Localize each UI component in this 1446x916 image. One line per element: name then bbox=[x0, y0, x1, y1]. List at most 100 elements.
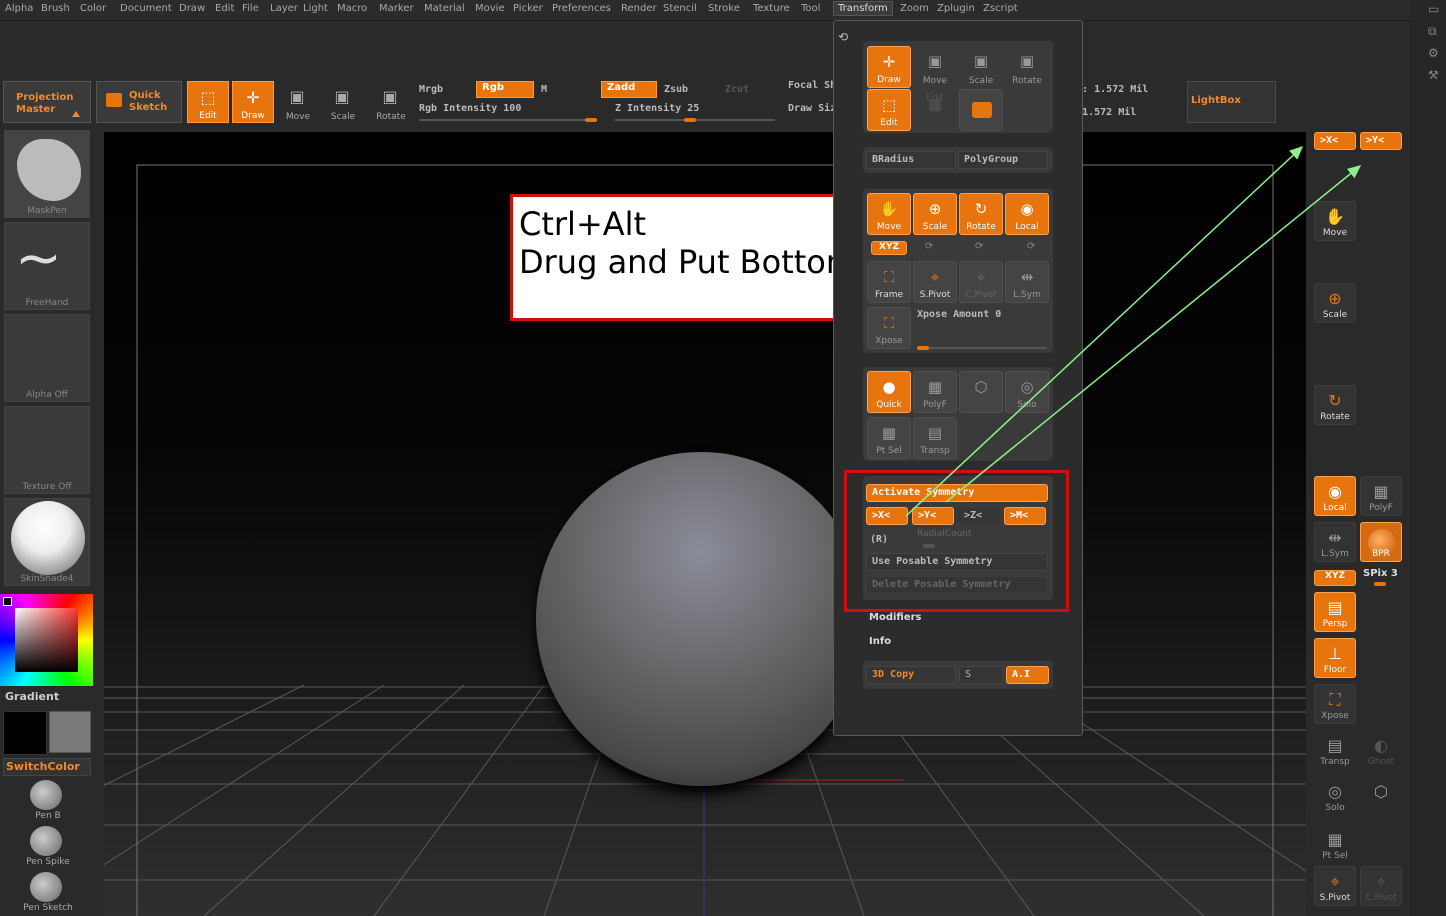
brush-slot-1[interactable]: Pen B bbox=[18, 778, 78, 822]
menu-light[interactable]: Light bbox=[301, 3, 330, 14]
gizmo-local-button[interactable]: ◉ Local bbox=[1005, 193, 1049, 235]
right-local-button[interactable]: ◉ Local bbox=[1314, 476, 1356, 516]
menu-file[interactable]: File bbox=[240, 3, 261, 14]
menu-marker[interactable]: Marker bbox=[377, 3, 416, 14]
right-scale-button[interactable]: ⊕ Scale bbox=[1314, 283, 1356, 323]
transp-button[interactable]: ▤ Transp bbox=[913, 417, 957, 459]
settings-icon[interactable]: ⚙ bbox=[1428, 46, 1439, 60]
secondary-color-swatch[interactable] bbox=[49, 711, 91, 753]
edit-button[interactable]: ⬚ Edit bbox=[187, 81, 229, 123]
ghost-button[interactable]: ◐ Ghost bbox=[1360, 730, 1402, 770]
panel-edit-grid-button[interactable]: ▦ Edit bbox=[913, 89, 957, 131]
gradient-label[interactable]: Gradient bbox=[5, 690, 59, 703]
menu-render[interactable]: Render bbox=[619, 3, 659, 14]
brush-slot-2[interactable]: Pen Spike bbox=[18, 824, 78, 868]
rgb-button[interactable]: Rgb bbox=[476, 81, 534, 98]
brush-slot-3[interactable]: Pen Sketch bbox=[18, 870, 78, 914]
projection-master-button[interactable]: Projection Master bbox=[3, 81, 91, 123]
sphere-mesh[interactable] bbox=[536, 452, 866, 786]
material-thumbnail[interactable]: SkinShade4 bbox=[4, 498, 90, 586]
bpr-button[interactable]: BPR bbox=[1360, 522, 1402, 562]
zadd-button[interactable]: Zadd bbox=[601, 81, 657, 98]
mrgb-button[interactable]: Mrgb bbox=[419, 84, 443, 95]
alpha-thumbnail[interactable]: Alpha Off bbox=[4, 314, 90, 402]
right-cube-button[interactable]: ⬡ bbox=[1360, 776, 1402, 816]
restore-icon[interactable]: ⧉ bbox=[1428, 24, 1437, 39]
color-square[interactable] bbox=[15, 608, 78, 672]
right-cpivot-button[interactable]: ⌖ C.Pivot bbox=[1360, 866, 1402, 906]
scale-button[interactable]: ▣ Scale bbox=[322, 81, 364, 123]
menu-zoom[interactable]: Zoom bbox=[898, 3, 931, 14]
axis-z-icon[interactable]: ⟳ bbox=[975, 241, 983, 252]
brush-thumbnail[interactable]: MaskPen bbox=[4, 130, 90, 218]
zcut-button[interactable]: Zcut bbox=[725, 84, 749, 95]
hammer-icon[interactable]: ⚒ bbox=[1428, 68, 1439, 82]
undo-icon[interactable]: ⟲ bbox=[838, 30, 848, 44]
stroke-thumbnail[interactable]: ∼ FreeHand bbox=[4, 222, 90, 310]
m-button[interactable]: M bbox=[541, 84, 547, 95]
menu-brush[interactable]: Brush bbox=[39, 3, 72, 14]
rotate-button[interactable]: ▣ Rotate bbox=[370, 81, 412, 123]
s-button[interactable]: S bbox=[959, 666, 1003, 684]
lightbox-button[interactable]: LightBox bbox=[1187, 81, 1276, 123]
panel-rotate-button[interactable]: ▣ Rotate bbox=[1005, 46, 1049, 88]
menu-document[interactable]: Document bbox=[118, 3, 174, 14]
draw-button[interactable]: ✛ Draw bbox=[232, 81, 274, 123]
rgb-intensity-knob[interactable] bbox=[585, 118, 597, 122]
menu-color[interactable]: Color bbox=[78, 3, 108, 14]
menu-layer[interactable]: Layer bbox=[268, 3, 300, 14]
xyz-button[interactable]: XYZ bbox=[871, 241, 907, 255]
modifiers-section[interactable]: Modifiers bbox=[869, 612, 922, 623]
cpivot-button[interactable]: ⌖ C.Pivot bbox=[959, 261, 1003, 303]
texture-thumbnail[interactable]: Texture Off bbox=[4, 406, 90, 494]
snapshot-camera-button[interactable] bbox=[959, 89, 1003, 131]
info-section[interactable]: Info bbox=[869, 636, 891, 647]
right-ptsel-button[interactable]: ▦ Pt Sel bbox=[1314, 824, 1356, 864]
menu-zplugin[interactable]: Zplugin bbox=[935, 3, 977, 14]
right-solo-button[interactable]: ◎ Solo bbox=[1314, 776, 1356, 816]
floor-button[interactable]: ⊥ Floor bbox=[1314, 638, 1356, 678]
gizmo-scale-button[interactable]: ⊕ Scale bbox=[913, 193, 957, 235]
spivot-button[interactable]: ⌖ S.Pivot bbox=[913, 261, 957, 303]
spix-slider[interactable]: SPix 3 bbox=[1363, 568, 1398, 579]
menu-macro[interactable]: Macro bbox=[335, 3, 369, 14]
right-lsym-button[interactable]: ⇹ L.Sym bbox=[1314, 522, 1356, 562]
menu-picker[interactable]: Picker bbox=[511, 3, 545, 14]
right-rotate-button[interactable]: ↻ Rotate bbox=[1314, 385, 1356, 425]
menu-material[interactable]: Material bbox=[422, 3, 467, 14]
ai-button[interactable]: A.I bbox=[1006, 666, 1049, 684]
cube-button[interactable]: ⬡ bbox=[959, 371, 1003, 413]
axis-w-icon[interactable]: ⟳ bbox=[1027, 241, 1035, 252]
menu-zscript[interactable]: Zscript bbox=[981, 3, 1020, 14]
menu-edit[interactable]: Edit bbox=[213, 3, 236, 14]
panel-scale-button[interactable]: ▣ Scale bbox=[959, 46, 1003, 88]
panel-edit-button[interactable]: ⬚ Edit bbox=[867, 89, 911, 131]
z-intensity-knob[interactable] bbox=[684, 118, 696, 122]
right-transp-button[interactable]: ▤ Transp bbox=[1314, 730, 1356, 770]
xpose-amount-slider[interactable]: Xpose Amount 0 bbox=[917, 309, 1001, 320]
color-picker[interactable] bbox=[0, 594, 93, 686]
gizmo-move-button[interactable]: ✋ Move bbox=[867, 193, 911, 235]
xpose-button[interactable]: ⛶ Xpose bbox=[867, 307, 911, 349]
bradius-button[interactable]: BRadius bbox=[866, 151, 956, 169]
right-symmetry-y-button[interactable]: >Y< bbox=[1360, 132, 1402, 150]
menu-draw[interactable]: Draw bbox=[177, 3, 207, 14]
menu-alpha[interactable]: Alpha bbox=[3, 3, 35, 14]
polyf-button[interactable]: ▦ PolyF bbox=[913, 371, 957, 413]
xpose-amount-knob[interactable] bbox=[917, 346, 929, 350]
frame-button[interactable]: ⛶ Frame bbox=[867, 261, 911, 303]
right-symmetry-x-button[interactable]: >X< bbox=[1314, 132, 1356, 150]
quick-sketch-button[interactable]: Quick Sketch bbox=[96, 81, 182, 123]
main-color-swatch[interactable] bbox=[3, 711, 47, 755]
gizmo-rotate-button[interactable]: ↻ Rotate bbox=[959, 193, 1003, 235]
layout-icon[interactable]: ▭ bbox=[1428, 2, 1439, 16]
persp-button[interactable]: ▤ Persp bbox=[1314, 592, 1356, 632]
menu-stroke[interactable]: Stroke bbox=[706, 3, 742, 14]
menu-preferences[interactable]: Preferences bbox=[550, 3, 613, 14]
quick-button[interactable]: ● Quick bbox=[867, 371, 911, 413]
switchcolor-button[interactable]: SwitchColor bbox=[3, 758, 91, 776]
menu-movie[interactable]: Movie bbox=[473, 3, 507, 14]
menu-stencil[interactable]: Stencil bbox=[661, 3, 699, 14]
right-move-button[interactable]: ✋ Move bbox=[1314, 201, 1356, 241]
3d-copy-button[interactable]: 3D Copy bbox=[866, 666, 956, 684]
